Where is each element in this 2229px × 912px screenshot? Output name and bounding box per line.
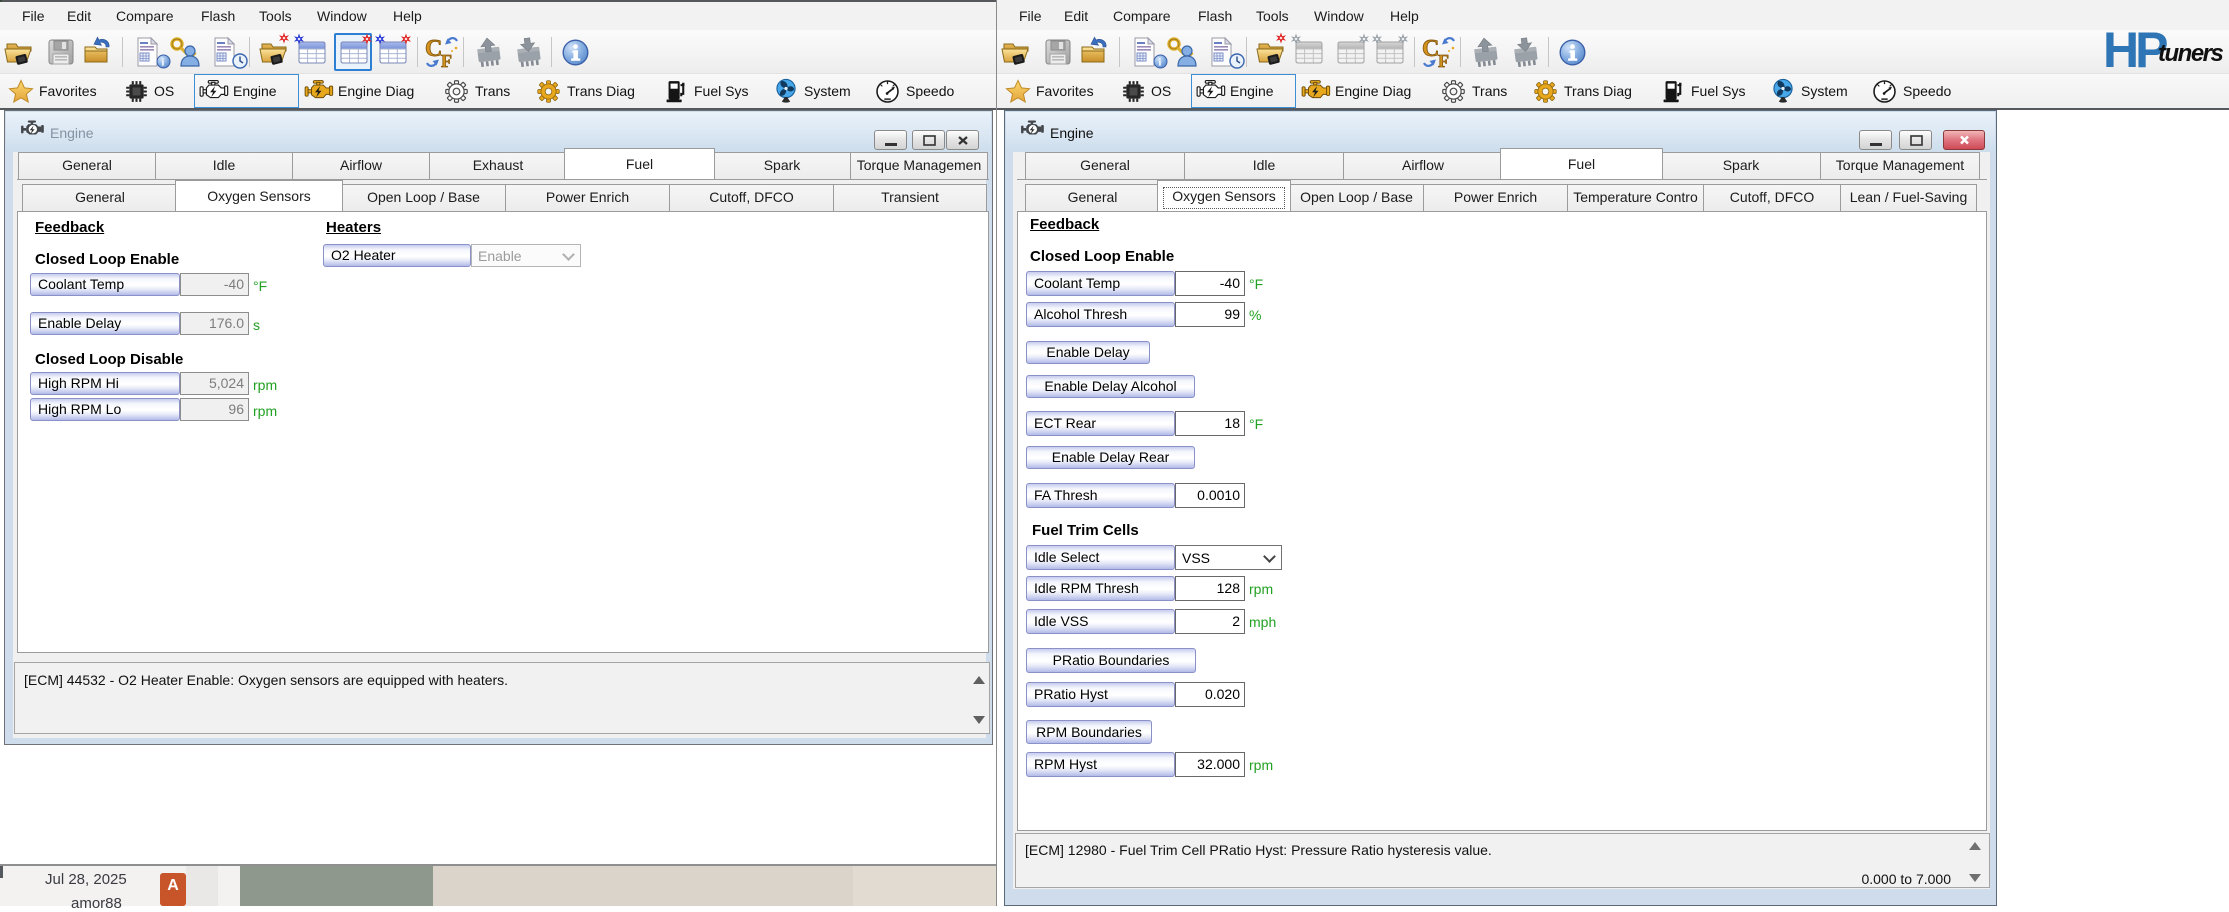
svg-text:i: i bbox=[1159, 58, 1162, 69]
svg-text:i: i bbox=[162, 58, 165, 69]
